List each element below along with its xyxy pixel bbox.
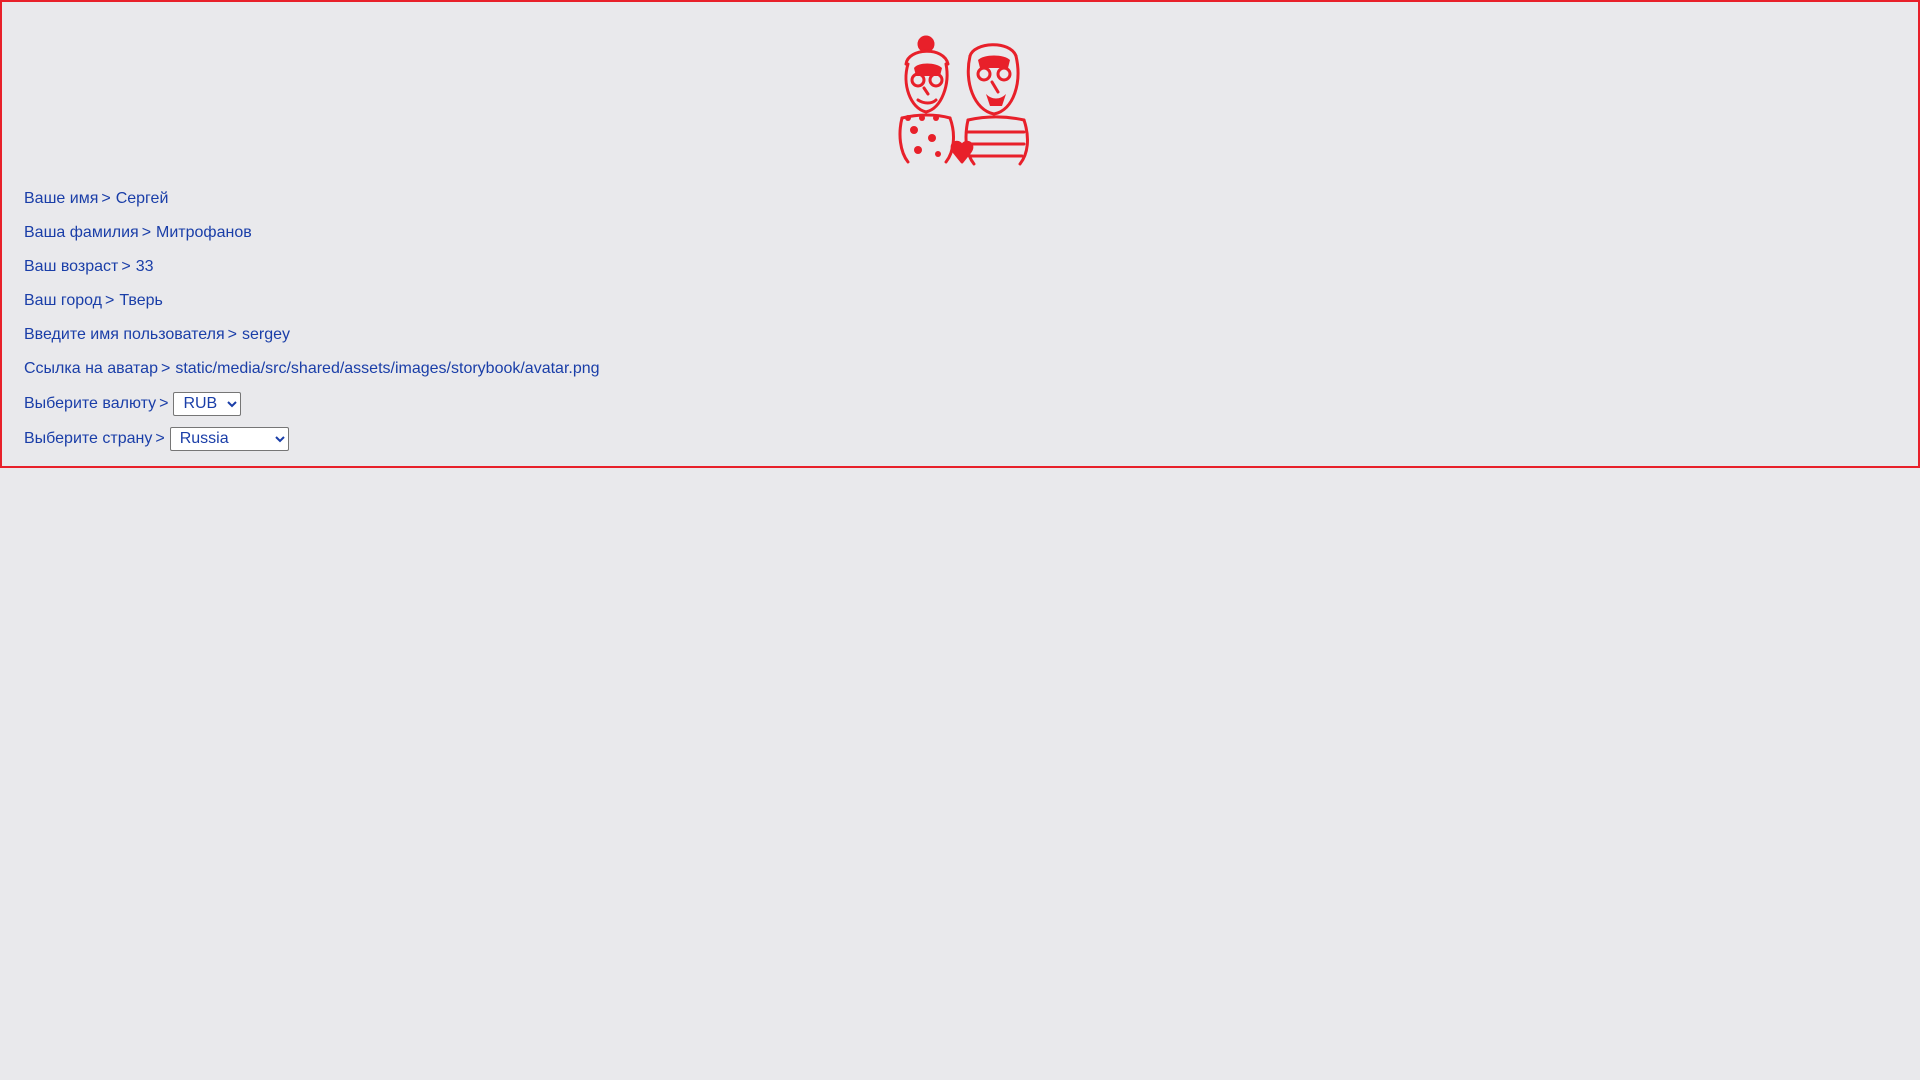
field-value: static/media/src/shared/assets/images/st… <box>175 360 600 377</box>
field-last-name: Ваша фамилия > Митрофанов <box>24 216 600 250</box>
field-label: Выберите страну <box>24 429 153 447</box>
field-separator: > <box>227 326 238 343</box>
field-value: Сергей <box>115 190 169 207</box>
field-age: Ваш возраст > 33 <box>24 250 600 284</box>
field-city: Ваш город > Тверь <box>24 284 600 318</box>
currency-select[interactable]: RUB <box>173 391 242 416</box>
field-label: Ваше имя <box>24 190 99 207</box>
field-label: Ссылка на аватар <box>24 360 158 377</box>
field-separator: > <box>101 190 111 207</box>
field-currency: Выберите валюту > RUB <box>24 386 600 421</box>
field-value: Митрофанов <box>156 224 252 241</box>
field-separator: > <box>105 292 115 309</box>
profile-fields: Ваше имя > Сергей Ваша фамилия > Митрофа… <box>24 182 600 456</box>
country-select[interactable]: Russia <box>169 426 289 451</box>
field-separator: > <box>141 224 152 241</box>
field-value: Тверь <box>119 292 163 309</box>
field-value: sergey <box>242 326 291 343</box>
field-separator: > <box>121 258 131 275</box>
field-label: Ваша фамилия <box>24 224 139 241</box>
field-first-name: Ваше имя > Сергей <box>24 182 600 216</box>
field-separator: > <box>155 429 165 447</box>
field-avatar-link: Ссылка на аватар > static/media/src/shar… <box>24 352 600 386</box>
field-label: Введите имя пользователя <box>24 326 225 343</box>
couple-illustration-icon <box>898 35 1029 166</box>
profile-card: Ваше имя > Сергей Ваша фамилия > Митрофа… <box>0 0 1920 468</box>
field-username: Введите имя пользователя > sergey <box>24 318 600 352</box>
field-label: Выберите валюту <box>24 394 157 412</box>
field-value: 33 <box>135 258 154 275</box>
field-separator: > <box>159 394 169 412</box>
field-label: Ваш город <box>24 292 103 309</box>
field-label: Ваш возраст <box>24 258 119 275</box>
field-country: Выберите страну > Russia <box>24 421 600 456</box>
field-separator: > <box>160 360 171 377</box>
